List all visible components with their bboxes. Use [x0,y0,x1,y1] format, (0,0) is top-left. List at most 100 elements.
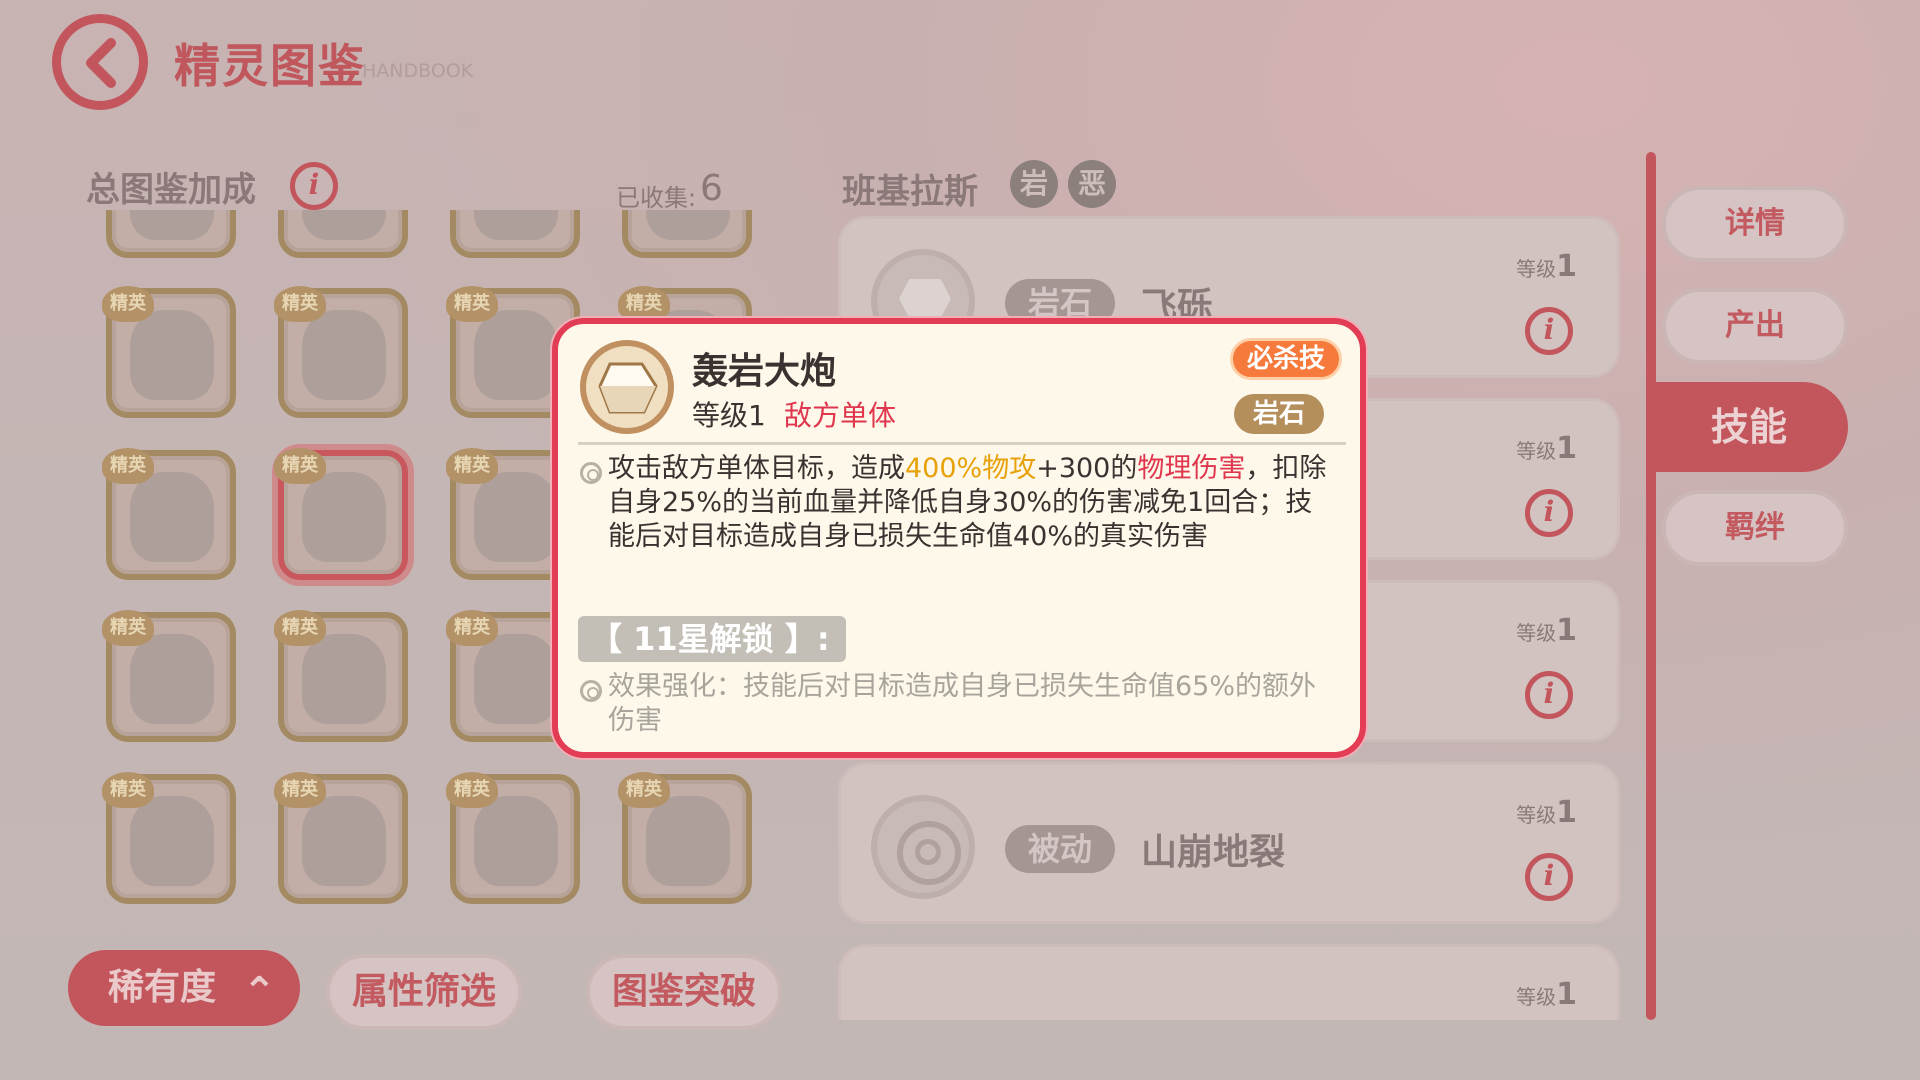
skill-level-value: 1 [1556,249,1577,284]
rarity-sort-button[interactable]: 稀有度 ⌃ [68,950,300,1026]
elite-badge: 精英 [274,772,326,808]
pokemon-silhouette [130,210,214,240]
skill-level-label: 等级 [1516,621,1557,645]
pokemon-silhouette [302,634,386,724]
total-bonus-label: 总图鉴加成 [86,170,256,210]
ultimate-tag: 必杀技 [1230,338,1342,380]
skill-level-label: 等级 [1516,257,1557,281]
bullet-icon [580,680,602,702]
skill-level: 等级1 [692,399,766,432]
skill-icon [580,340,674,434]
type-badge-dark: 恶 [1068,160,1116,208]
elite-badge: 精英 [446,448,498,484]
skill-detail-popup[interactable]: 轰岩大炮 等级1 敌方单体 必杀技 岩石 攻击敌方单体目标，造成400%物攻+3… [552,318,1366,758]
skill-info-icon[interactable]: i [1525,489,1573,537]
pokemon-silhouette [302,210,386,240]
handbook-breakthrough-button[interactable]: 图鉴突破 [586,954,782,1030]
pokemon-silhouette [474,796,558,886]
page-title: 精灵图鉴 [174,39,366,93]
pokeball-icon [871,795,975,899]
pokemon-card[interactable]: 精英 [274,772,408,904]
pokemon-silhouette [474,634,558,724]
pokemon-silhouette [130,796,214,886]
pokemon-silhouette [646,210,730,240]
tab-details[interactable]: 详情 [1662,186,1848,262]
chevron-up-icon: ⌃ [242,969,276,1015]
pokemon-silhouette [302,472,386,562]
pokemon-silhouette [474,210,558,240]
skill-level: 等级1 [1516,249,1577,284]
pokemon-silhouette [474,310,558,400]
pokemon-card[interactable]: 精英 [618,772,752,904]
tab-bonds[interactable]: 羁绊 [1662,490,1848,566]
skill-level-label: 等级 [1516,803,1557,827]
back-button[interactable] [52,14,148,110]
pokemon-silhouette [302,310,386,400]
skill-level-value: 1 [1556,795,1577,830]
pokemon-card[interactable]: 精英 [102,448,236,580]
bullet-icon [580,462,602,484]
tab-skills[interactable]: 技能 [1650,382,1848,472]
desc-part: 攻击敌方单体目标，造成 [608,453,905,484]
elite-badge: 精英 [274,610,326,646]
skill-category: 被动 [1005,825,1115,873]
skill-info-icon[interactable]: i [1525,853,1573,901]
skill-level-value: 1 [1556,977,1577,1012]
pokemon-card[interactable] [278,210,408,258]
pokemon-card[interactable] [450,210,580,258]
pokemon-card[interactable]: 精英 [102,286,236,418]
page-subtitle: HANDBOOK [362,60,474,82]
elite-badge: 精英 [618,772,670,808]
pokemon-name: 班基拉斯 [842,172,978,212]
skill-description: 攻击敌方单体目标，造成400%物攻+300的物理伤害，扣除自身25%的当前血量并… [608,452,1338,554]
type-badge-rock: 岩 [1010,160,1058,208]
elite-badge: 精英 [446,286,498,322]
pokemon-card-selected[interactable]: 精英 [274,448,408,580]
skill-info-icon[interactable]: i [1525,307,1573,355]
desc-highlight-attack: 400%物攻 [905,453,1037,484]
skill-info-icon[interactable]: i [1525,671,1573,719]
elite-badge: 精英 [102,772,154,808]
skill-name: 山崩地裂 [1141,832,1286,873]
skill-level: 等级1 [1516,613,1577,648]
pokemon-silhouette [646,796,730,886]
pokemon-card[interactable] [622,210,752,258]
desc-part: +300的 [1036,453,1138,484]
tab-output[interactable]: 产出 [1662,288,1848,364]
pokemon-silhouette [302,796,386,886]
unlock-label: 【 11星解锁 】: [578,616,846,662]
skill-name: 轰岩大炮 [692,351,837,392]
pokemon-card[interactable]: 精英 [102,772,236,904]
skill-level: 等级1 [1516,795,1577,830]
skill-level: 等级1 [1516,431,1577,466]
skill-row[interactable]: 等级1 [838,944,1620,1020]
pokemon-card[interactable]: 精英 [446,772,580,904]
pokemon-card[interactable]: 精英 [274,286,408,418]
skill-row[interactable]: 被动 山崩地裂 等级1 i [838,762,1620,924]
column-divider [1646,152,1656,1020]
collected-label: 已收集: [616,184,697,212]
elite-badge: 精英 [274,286,326,322]
skill-level: 等级1 [1516,977,1577,1012]
pokemon-card[interactable] [106,210,236,258]
pokemon-card[interactable]: 精英 [274,610,408,742]
pokemon-card[interactable]: 精英 [102,610,236,742]
bonus-info-icon[interactable]: i [290,162,338,210]
desc-highlight-physical: 物理伤害 [1137,453,1246,484]
elite-badge: 精英 [274,448,326,484]
rarity-label: 稀有度 [108,967,217,1008]
collected-count: 6 [700,168,723,209]
pokemon-silhouette [130,310,214,400]
skill-level-label: 等级 [1516,439,1557,463]
elite-badge: 精英 [446,772,498,808]
element-tag: 岩石 [1234,394,1324,434]
skill-level-value: 1 [1556,613,1577,648]
attribute-filter-button[interactable]: 属性筛选 [326,954,522,1030]
pokemon-silhouette [130,634,214,724]
elite-badge: 精英 [102,286,154,322]
pokemon-silhouette [474,472,558,562]
divider [578,442,1346,445]
skill-target: 敌方单体 [784,399,897,432]
unlock-effect-description: 效果强化：技能后对目标造成自身已损失生命值65%的额外伤害 [608,671,1317,736]
skill-level-label: 等级 [1516,985,1557,1009]
